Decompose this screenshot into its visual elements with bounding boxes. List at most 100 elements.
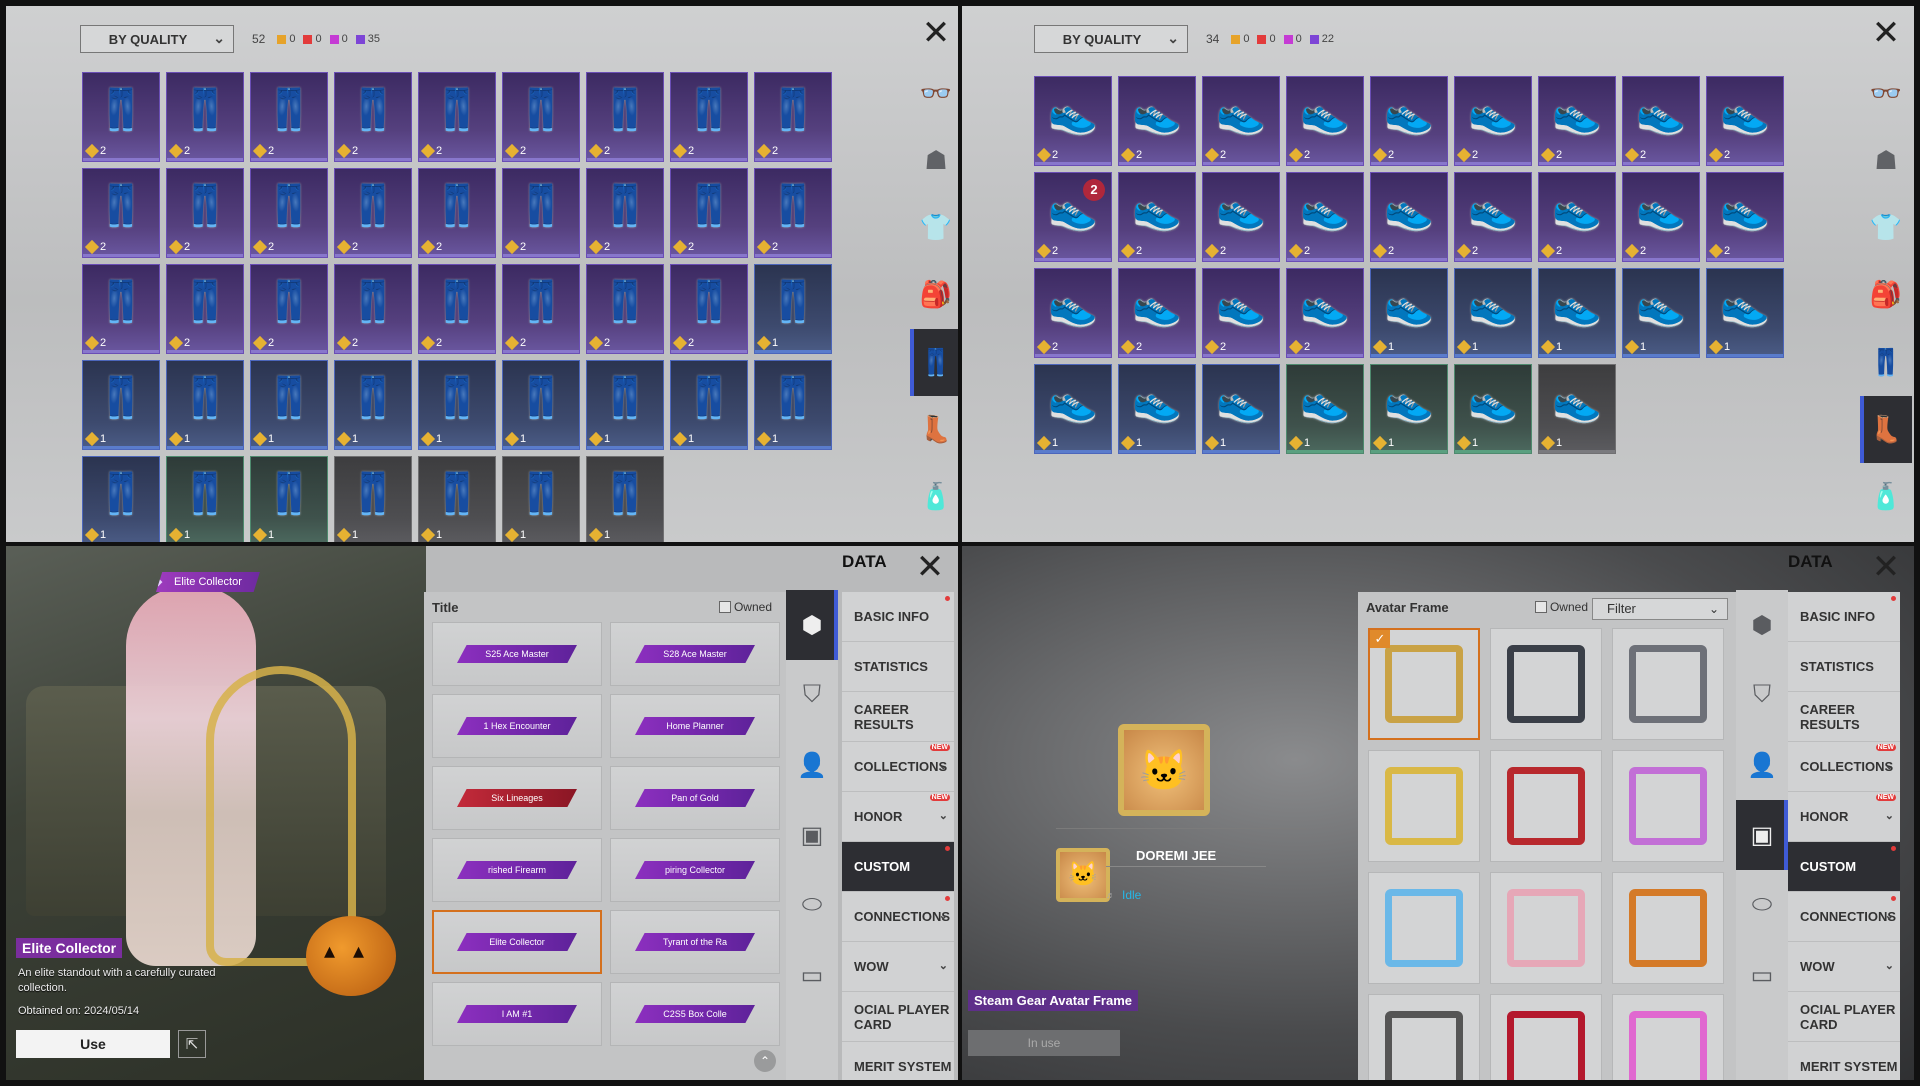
- inventory-item[interactable]: 👖 2: [418, 72, 496, 162]
- title-item[interactable]: rished Firearm: [432, 838, 602, 902]
- title-item[interactable]: C2S5 Box Colle: [610, 982, 780, 1046]
- inventory-item[interactable]: 👖 2: [586, 264, 664, 354]
- backpack-icon[interactable]: 🎒: [910, 261, 958, 328]
- inventory-item[interactable]: 👟 1: [1118, 364, 1196, 454]
- inventory-item[interactable]: 👖 1: [166, 360, 244, 450]
- inventory-item[interactable]: 👖 2: [586, 72, 664, 162]
- person-icon[interactable]: 👤: [786, 730, 838, 800]
- inventory-item[interactable]: 👖 2: [754, 72, 832, 162]
- inventory-item[interactable]: 👖 1: [82, 456, 160, 542]
- use-button[interactable]: Use: [16, 1030, 170, 1058]
- menu-item[interactable]: WOW ⌄: [1788, 942, 1900, 992]
- inventory-item[interactable]: 👖 1: [166, 456, 244, 542]
- inventory-item[interactable]: 👟 1: [1202, 364, 1280, 454]
- inventory-item[interactable]: 👖 1: [250, 360, 328, 450]
- menu-item[interactable]: CAREER RESULTS: [842, 692, 954, 742]
- menu-item[interactable]: CUSTOM: [842, 842, 954, 892]
- frame-item[interactable]: [1612, 628, 1724, 740]
- inventory-item[interactable]: 👖 2: [670, 168, 748, 258]
- jacket-icon[interactable]: 👕: [1860, 194, 1912, 261]
- close-icon[interactable]: ✕: [916, 14, 956, 54]
- inventory-item[interactable]: 👟 1: [1622, 268, 1700, 358]
- title-item[interactable]: Elite Collector: [432, 910, 602, 974]
- frame-icon[interactable]: ▣: [786, 800, 838, 870]
- mask-icon[interactable]: ☗: [910, 127, 958, 194]
- glasses-icon[interactable]: 👓: [1860, 60, 1912, 127]
- inventory-item[interactable]: 👟 2: [1622, 76, 1700, 166]
- inventory-item[interactable]: 👖 2: [166, 72, 244, 162]
- inventory-item[interactable]: 👟 2: [1286, 76, 1364, 166]
- mask-icon[interactable]: ☗: [1860, 127, 1912, 194]
- sort-dropdown[interactable]: BY QUALITY ⌄: [1034, 25, 1188, 53]
- inventory-item[interactable]: 👖 2: [166, 168, 244, 258]
- title-item[interactable]: Home Planner: [610, 694, 780, 758]
- inventory-item[interactable]: 👟 1: [1538, 364, 1616, 454]
- close-icon[interactable]: ✕: [910, 548, 950, 588]
- inventory-item[interactable]: 👖 2: [82, 264, 160, 354]
- menu-item[interactable]: OCIAL PLAYER CARD: [1788, 992, 1900, 1042]
- menu-item[interactable]: CONNECTIONS ⌄: [1788, 892, 1900, 942]
- menu-item[interactable]: HONOR NEW ⌄: [842, 792, 954, 842]
- frame-item[interactable]: [1612, 872, 1724, 984]
- owned-filter[interactable]: Owned: [718, 600, 772, 614]
- menu-item[interactable]: CAREER RESULTS: [1788, 692, 1900, 742]
- inventory-item[interactable]: 👖 1: [250, 456, 328, 542]
- inventory-item[interactable]: 👟 2: [1202, 268, 1280, 358]
- inventory-item[interactable]: 👟 2: [1034, 76, 1112, 166]
- inventory-item[interactable]: 👟 2: [1118, 268, 1196, 358]
- inventory-item[interactable]: 👟 2: [1286, 172, 1364, 262]
- inventory-item[interactable]: 👟 2: [1034, 268, 1112, 358]
- jacket-icon[interactable]: 👕: [910, 194, 958, 261]
- inventory-item[interactable]: 👖 1: [502, 360, 580, 450]
- inventory-item[interactable]: 👖 2: [250, 168, 328, 258]
- shield-icon[interactable]: ⬢: [1736, 590, 1788, 660]
- bottle-icon[interactable]: 🧴: [910, 463, 958, 530]
- inventory-item[interactable]: 👖 2: [418, 264, 496, 354]
- inventory-item[interactable]: 👟 1: [1454, 268, 1532, 358]
- inventory-item[interactable]: 👟 2: [1370, 172, 1448, 262]
- inventory-item[interactable]: 👟 2 2: [1034, 172, 1112, 262]
- person-icon[interactable]: 👤: [1736, 730, 1788, 800]
- inventory-item[interactable]: 👟 1: [1286, 364, 1364, 454]
- inventory-item[interactable]: 👖 1: [334, 360, 412, 450]
- inventory-item[interactable]: 👟 1: [1370, 268, 1448, 358]
- title-item[interactable]: piring Collector: [610, 838, 780, 902]
- frame-item[interactable]: [1368, 750, 1480, 862]
- nameplate-icon[interactable]: ▭: [786, 940, 838, 1010]
- inventory-item[interactable]: 👖 1: [502, 456, 580, 542]
- inventory-item[interactable]: 👟 2: [1118, 172, 1196, 262]
- inventory-item[interactable]: 👖 2: [166, 264, 244, 354]
- frame-item[interactable]: [1368, 994, 1480, 1080]
- inventory-item[interactable]: 👖 1: [82, 360, 160, 450]
- bottle-icon[interactable]: 🧴: [1860, 463, 1912, 530]
- inventory-item[interactable]: 👟 1: [1034, 364, 1112, 454]
- close-icon[interactable]: ✕: [1866, 14, 1906, 54]
- frame-item[interactable]: [1368, 872, 1480, 984]
- inventory-item[interactable]: 👖 2: [250, 264, 328, 354]
- title-item[interactable]: S25 Ace Master: [432, 622, 602, 686]
- inventory-item[interactable]: 👟 1: [1706, 268, 1784, 358]
- glasses-icon[interactable]: 👓: [910, 60, 958, 127]
- menu-item[interactable]: BASIC INFO: [1788, 592, 1900, 642]
- checkbox-icon[interactable]: [1534, 601, 1547, 613]
- sort-dropdown[interactable]: BY QUALITY ⌄: [80, 25, 234, 53]
- inventory-item[interactable]: 👖 2: [334, 72, 412, 162]
- menu-item[interactable]: BASIC INFO: [842, 592, 954, 642]
- frame-item[interactable]: [1490, 750, 1602, 862]
- inventory-item[interactable]: 👟 2: [1454, 76, 1532, 166]
- inventory-item[interactable]: 👖 2: [502, 72, 580, 162]
- shield-icon[interactable]: ⬢: [786, 590, 838, 660]
- checkbox-icon[interactable]: [718, 601, 731, 613]
- frame-item[interactable]: [1490, 872, 1602, 984]
- inventory-item[interactable]: 👖 2: [670, 264, 748, 354]
- menu-item[interactable]: WOW ⌄: [842, 942, 954, 992]
- inventory-item[interactable]: 👟 2: [1286, 268, 1364, 358]
- frame-item[interactable]: ✓: [1368, 628, 1480, 740]
- inventory-item[interactable]: 👟 2: [1538, 76, 1616, 166]
- boots-icon[interactable]: 👢: [910, 396, 958, 463]
- inventory-item[interactable]: 👟 2: [1202, 172, 1280, 262]
- frame-item[interactable]: [1490, 628, 1602, 740]
- frame-item[interactable]: [1612, 994, 1724, 1080]
- menu-item[interactable]: STATISTICS: [842, 642, 954, 692]
- frame-icon[interactable]: ▣: [1736, 800, 1788, 870]
